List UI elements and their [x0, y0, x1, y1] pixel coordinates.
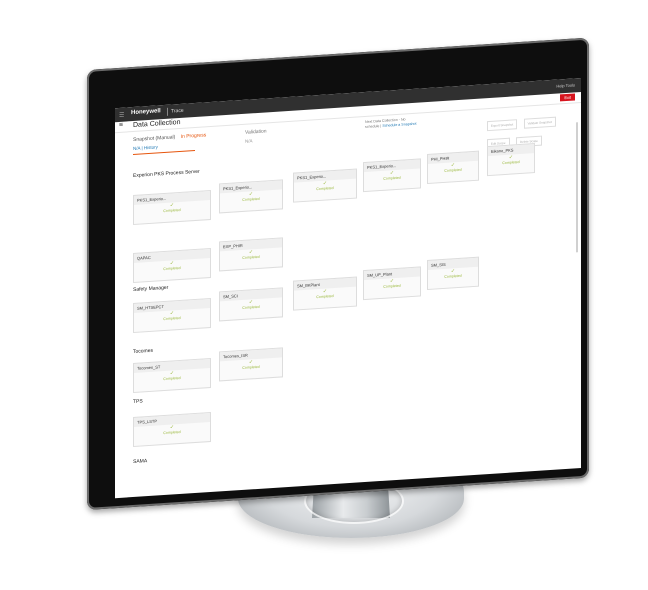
- snapshot-tab[interactable]: Snapshot (Manual) In Progress N/A | Hist…: [133, 132, 207, 156]
- utility-menu[interactable]: Help Tools: [556, 82, 575, 88]
- hamburger-icon[interactable]: ☰: [119, 112, 124, 119]
- section-experion: Experion PKS Process Server: [133, 168, 200, 180]
- exit-button[interactable]: Exit: [560, 93, 575, 102]
- validation-tab[interactable]: Validation N/A: [245, 128, 267, 143]
- app-screen: ☰ Honeywell Trace Help Tools ≡ Data Coll…: [115, 78, 581, 499]
- node-tile[interactable]: Tocomes_ST ✓ Completed: [133, 357, 211, 394]
- node-tile[interactable]: Eikano_PKS ✓ Completed: [487, 143, 535, 177]
- node-tile[interactable]: SM_SIS ✓ Completed: [427, 256, 479, 291]
- brand-divider: [167, 107, 168, 116]
- menu-icon[interactable]: ≡: [119, 122, 123, 129]
- snapshot-history-link[interactable]: N/A | History: [133, 141, 206, 151]
- next-collection-prefix: schedule |: [365, 123, 382, 130]
- section-sama: SAMA: [133, 458, 148, 466]
- node-tile[interactable]: PHI_PHIR ✓ Completed: [427, 150, 479, 185]
- validation-sub: N/A: [245, 138, 253, 144]
- section-tocomes: Tocomes: [133, 347, 154, 356]
- node-tile[interactable]: EXP_PHIR ✓ Completed: [219, 237, 283, 272]
- node-tile[interactable]: SM_UP_Plant ✓ Completed: [363, 266, 421, 301]
- page-title: Data Collection: [133, 118, 181, 130]
- validation-label: Validation: [245, 128, 267, 136]
- active-tab-indicator: [133, 150, 195, 156]
- monitor-bezel: ☰ Honeywell Trace Help Tools ≡ Data Coll…: [87, 37, 589, 511]
- scrollbar[interactable]: [576, 122, 578, 253]
- node-tile[interactable]: PKS1_Experio... ✓ Completed: [293, 168, 357, 203]
- next-collection-info: Next Data Collection - No schedule | Sch…: [365, 115, 445, 130]
- node-tile[interactable]: PKS1_Experio... ✓ Completed: [133, 189, 211, 226]
- node-tile[interactable]: Tocomes_ISR ✓ Completed: [219, 347, 283, 382]
- section-safety-manager: Safety Manager: [133, 284, 169, 294]
- section-tps: TPS: [133, 398, 143, 406]
- node-tile[interactable]: SM_SCI ✓ Completed: [219, 287, 283, 322]
- app-name: Trace: [171, 107, 184, 115]
- snapshot-label: Snapshot (Manual): [133, 134, 176, 144]
- node-tile[interactable]: TPS_LSTP ✓ Completed: [133, 411, 211, 448]
- schedule-snapshot-link[interactable]: Schedule a Snapshot: [382, 122, 416, 128]
- node-tile[interactable]: PKS1_Experio... ✓ Completed: [363, 158, 421, 193]
- node-tile[interactable]: SM_BKPlant ✓ Completed: [293, 276, 357, 311]
- node-tile[interactable]: QAPAC ✓ Completed: [133, 247, 211, 284]
- validate-snapshot-button[interactable]: Validate Snapshot: [523, 116, 556, 129]
- brand-logo: Honeywell: [131, 108, 161, 117]
- export-snapshot-button[interactable]: Export Snapshot: [487, 119, 518, 132]
- node-tile[interactable]: PKS1_Experio... ✓ Completed: [219, 179, 283, 214]
- snapshot-status: In Progress: [180, 132, 207, 140]
- node-tile[interactable]: SM_HTSEPCT ✓ Completed: [133, 297, 211, 334]
